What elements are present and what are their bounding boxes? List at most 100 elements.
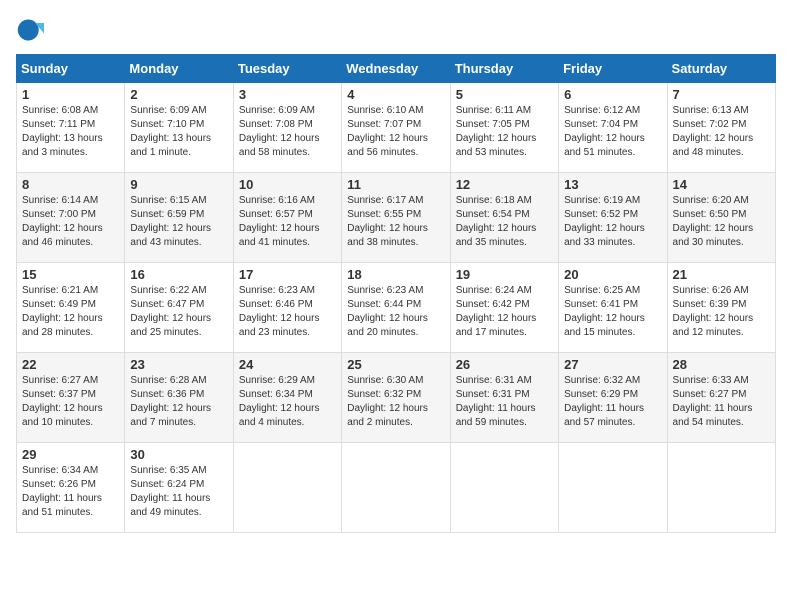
day-info: Sunrise: 6:32 AMSunset: 6:29 PMDaylight:… [564,374,661,430]
calendar-cell: 29 Sunrise: 6:34 AMSunset: 6:26 PMDayligh… [17,443,125,533]
calendar-cell: 9Sunrise: 6:15 AMSunset: 6:59 PMDaylight… [125,173,233,263]
day-number: 18 [347,267,444,282]
logo [16,16,48,44]
calendar-cell: 20 Sunrise: 6:25 AMSunset: 6:41 PMDayligh… [559,263,667,353]
day-info: Sunrise: 6:08 AMSunset: 7:11 PMDaylight:… [22,104,119,160]
calendar-cell: 1 Sunrise: 6:08 AMSunset: 7:11 PMDaylight… [17,83,125,173]
day-number: 1 [22,87,119,102]
calendar-cell: 8 Sunrise: 6:14 AMSunset: 7:00 PMDaylight… [17,173,125,263]
calendar-cell: 19 Sunrise: 6:24 AMSunset: 6:42 PMDayligh… [450,263,558,353]
weekday-header-monday: Monday [125,55,233,83]
calendar-cell: 10 Sunrise: 6:16 AMSunset: 6:57 PMDayligh… [233,173,341,263]
calendar-cell: 3 Sunrise: 6:09 AMSunset: 7:08 PMDaylight… [233,83,341,173]
calendar-cell: 12 Sunrise: 6:18 AMSunset: 6:54 PMDayligh… [450,173,558,263]
day-info: Sunrise: 6:17 AMSunset: 6:55 PMDaylight:… [347,194,444,250]
day-number: 15 [22,267,119,282]
calendar-cell: 25 Sunrise: 6:30 AMSunset: 6:32 PMDayligh… [342,353,450,443]
day-info: Sunrise: 6:28 AMSunset: 6:36 PMDaylight:… [130,374,227,430]
day-number: 6 [564,87,661,102]
calendar-cell: 5Sunrise: 6:11 AMSunset: 7:05 PMDaylight… [450,83,558,173]
day-info: Sunrise: 6:12 AMSunset: 7:04 PMDaylight:… [564,104,661,160]
day-info: Sunrise: 6:34 AMSunset: 6:26 PMDaylight:… [22,464,119,520]
day-number: 22 [22,357,119,372]
day-info: Sunrise: 6:24 AMSunset: 6:42 PMDaylight:… [456,284,553,340]
day-number: 16 [130,267,227,282]
day-number: 29 [22,447,119,462]
day-info: Sunrise: 6:09 AMSunset: 7:10 PMDaylight:… [130,104,227,160]
day-info: Sunrise: 6:18 AMSunset: 6:54 PMDaylight:… [456,194,553,250]
day-info: Sunrise: 6:31 AMSunset: 6:31 PMDaylight:… [456,374,553,430]
day-number: 20 [564,267,661,282]
day-info: Sunrise: 6:10 AMSunset: 7:07 PMDaylight:… [347,104,444,160]
calendar-cell [342,443,450,533]
weekday-header-sunday: Sunday [17,55,125,83]
calendar-cell: 22 Sunrise: 6:27 AMSunset: 6:37 PMDayligh… [17,353,125,443]
day-number: 10 [239,177,336,192]
calendar-cell: 18 Sunrise: 6:23 AMSunset: 6:44 PMDayligh… [342,263,450,353]
calendar-week-row: 1 Sunrise: 6:08 AMSunset: 7:11 PMDaylight… [17,83,776,173]
day-info: Sunrise: 6:13 AMSunset: 7:02 PMDaylight:… [673,104,770,160]
day-number: 25 [347,357,444,372]
day-info: Sunrise: 6:23 AMSunset: 6:44 PMDaylight:… [347,284,444,340]
day-number: 23 [130,357,227,372]
calendar-week-row: 8 Sunrise: 6:14 AMSunset: 7:00 PMDaylight… [17,173,776,263]
calendar-cell: 14 Sunrise: 6:20 AMSunset: 6:50 PMDayligh… [667,173,775,263]
day-number: 28 [673,357,770,372]
calendar-cell [559,443,667,533]
calendar-header-row: SundayMondayTuesdayWednesdayThursdayFrid… [17,55,776,83]
day-number: 21 [673,267,770,282]
day-number: 9 [130,177,227,192]
day-number: 5 [456,87,553,102]
calendar-cell: 23 Sunrise: 6:28 AMSunset: 6:36 PMDayligh… [125,353,233,443]
calendar-cell [667,443,775,533]
calendar-table: SundayMondayTuesdayWednesdayThursdayFrid… [16,54,776,533]
day-number: 17 [239,267,336,282]
day-info: Sunrise: 6:35 AMSunset: 6:24 PMDaylight:… [130,464,227,520]
day-number: 7 [673,87,770,102]
day-info: Sunrise: 6:20 AMSunset: 6:50 PMDaylight:… [673,194,770,250]
calendar-cell: 26 Sunrise: 6:31 AMSunset: 6:31 PMDayligh… [450,353,558,443]
calendar-cell: 15 Sunrise: 6:21 AMSunset: 6:49 PMDayligh… [17,263,125,353]
calendar-cell: 4 Sunrise: 6:10 AMSunset: 7:07 PMDaylight… [342,83,450,173]
logo-icon [16,16,44,44]
weekday-header-saturday: Saturday [667,55,775,83]
day-info: Sunrise: 6:22 AMSunset: 6:47 PMDaylight:… [130,284,227,340]
day-number: 8 [22,177,119,192]
day-info: Sunrise: 6:14 AMSunset: 7:00 PMDaylight:… [22,194,119,250]
calendar-cell: 7 Sunrise: 6:13 AMSunset: 7:02 PMDaylight… [667,83,775,173]
day-number: 14 [673,177,770,192]
day-number: 19 [456,267,553,282]
day-info: Sunrise: 6:23 AMSunset: 6:46 PMDaylight:… [239,284,336,340]
calendar-cell: 6 Sunrise: 6:12 AMSunset: 7:04 PMDaylight… [559,83,667,173]
calendar-cell: 24Sunrise: 6:29 AMSunset: 6:34 PMDayligh… [233,353,341,443]
day-number: 30 [130,447,227,462]
weekday-header-thursday: Thursday [450,55,558,83]
day-info: Sunrise: 6:25 AMSunset: 6:41 PMDaylight:… [564,284,661,340]
day-number: 4 [347,87,444,102]
day-info: Sunrise: 6:19 AMSunset: 6:52 PMDaylight:… [564,194,661,250]
day-number: 26 [456,357,553,372]
day-info: Sunrise: 6:26 AMSunset: 6:39 PMDaylight:… [673,284,770,340]
calendar-cell: 2Sunrise: 6:09 AMSunset: 7:10 PMDaylight… [125,83,233,173]
day-info: Sunrise: 6:16 AMSunset: 6:57 PMDaylight:… [239,194,336,250]
day-number: 3 [239,87,336,102]
day-number: 11 [347,177,444,192]
calendar-cell: 13 Sunrise: 6:19 AMSunset: 6:52 PMDayligh… [559,173,667,263]
calendar-cell [450,443,558,533]
calendar-cell: 21 Sunrise: 6:26 AMSunset: 6:39 PMDayligh… [667,263,775,353]
day-info: Sunrise: 6:29 AMSunset: 6:34 PMDaylight:… [239,374,336,430]
day-info: Sunrise: 6:09 AMSunset: 7:08 PMDaylight:… [239,104,336,160]
calendar-cell: 28 Sunrise: 6:33 AMSunset: 6:27 PMDayligh… [667,353,775,443]
calendar-body: 1 Sunrise: 6:08 AMSunset: 7:11 PMDaylight… [17,83,776,533]
calendar-cell: 16 Sunrise: 6:22 AMSunset: 6:47 PMDayligh… [125,263,233,353]
calendar-cell: 17 Sunrise: 6:23 AMSunset: 6:46 PMDayligh… [233,263,341,353]
calendar-week-row: 22 Sunrise: 6:27 AMSunset: 6:37 PMDayligh… [17,353,776,443]
calendar-cell: 27Sunrise: 6:32 AMSunset: 6:29 PMDayligh… [559,353,667,443]
day-info: Sunrise: 6:33 AMSunset: 6:27 PMDaylight:… [673,374,770,430]
day-number: 12 [456,177,553,192]
day-info: Sunrise: 6:27 AMSunset: 6:37 PMDaylight:… [22,374,119,430]
day-number: 13 [564,177,661,192]
page-header [16,16,776,44]
day-info: Sunrise: 6:30 AMSunset: 6:32 PMDaylight:… [347,374,444,430]
day-info: Sunrise: 6:21 AMSunset: 6:49 PMDaylight:… [22,284,119,340]
